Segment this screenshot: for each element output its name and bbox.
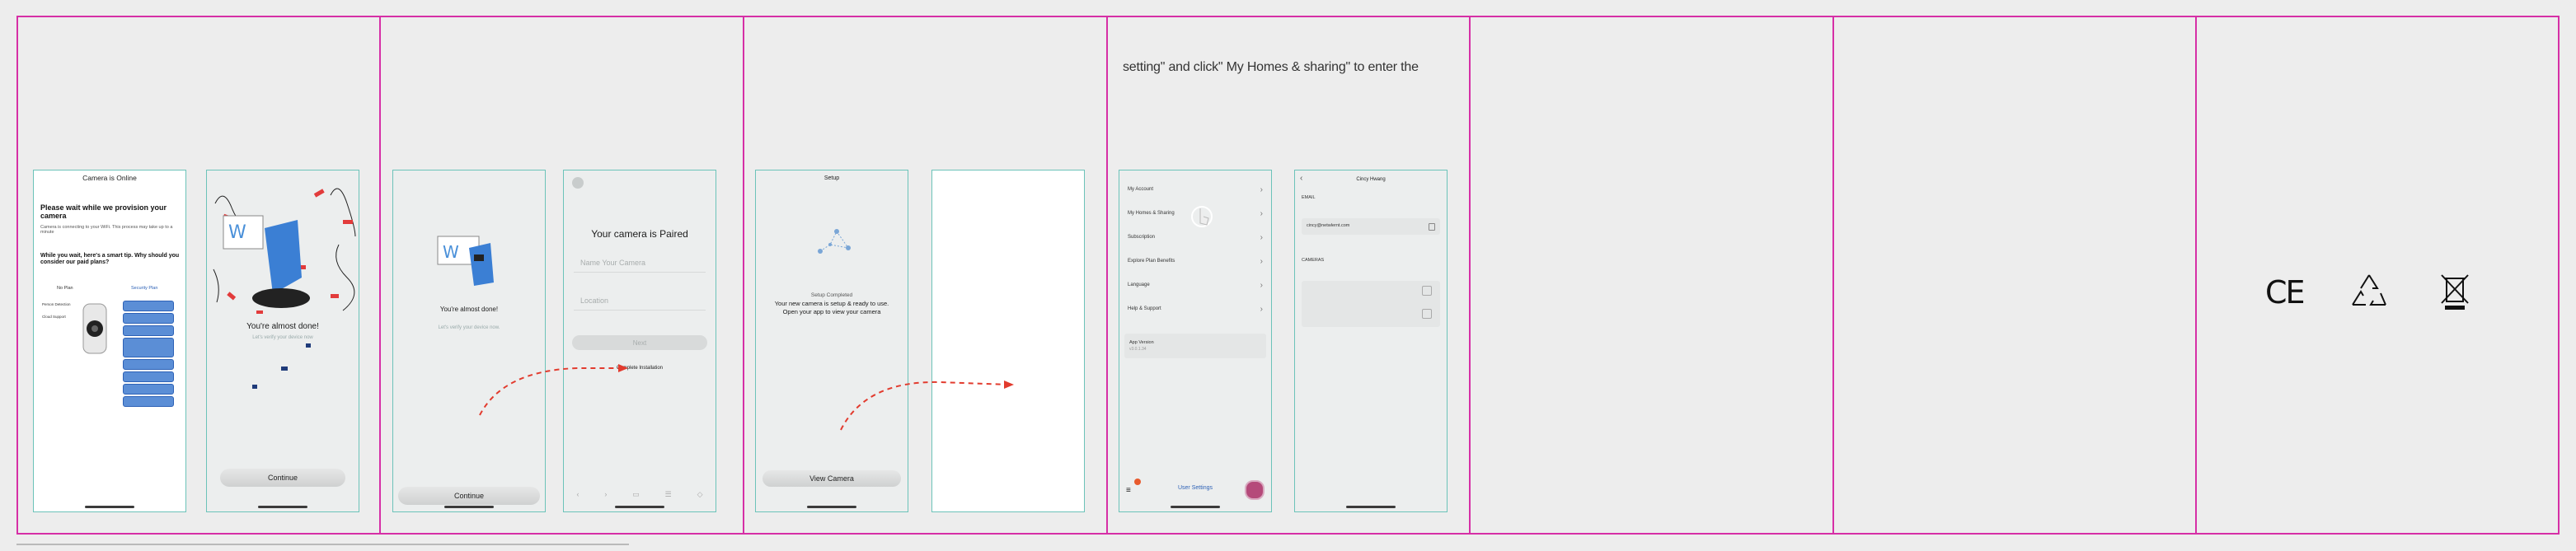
no-plan-label: No Plan — [57, 286, 73, 291]
verify-illustration: W — [437, 236, 494, 286]
plan-chip — [123, 359, 174, 370]
ce-mark: CE — [2265, 274, 2306, 311]
svg-text:W: W — [228, 222, 246, 243]
app-version-label: App Version — [1129, 340, 1154, 345]
notification-badge — [1134, 479, 1141, 485]
chevron-right-icon: › — [1260, 208, 1263, 218]
browser-toolbar: ‹ › ▭ ☰ ◇ — [564, 490, 716, 502]
book-icon[interactable]: ▭ — [632, 490, 640, 502]
cameras-list — [1302, 281, 1440, 327]
cameras-label: CAMERAS — [1302, 258, 1325, 263]
almost-done-title: You're almost done! — [439, 306, 499, 313]
home-indicator — [807, 506, 856, 508]
column-divider — [743, 16, 744, 535]
security-plan-label: Security Plan — [131, 286, 158, 291]
app-version-value: v3.0.1.34 — [1129, 347, 1147, 352]
plan-chip — [123, 396, 174, 407]
plan-chip — [123, 371, 174, 382]
chevron-right-icon: › — [1260, 304, 1263, 314]
tip-text: While you wait, here's a smart tip. Why … — [40, 253, 180, 265]
screen-almost-done-confetti: W You're almost done! Let's verify your … — [206, 170, 359, 512]
plan-chip — [123, 301, 174, 311]
chevron-right-icon: › — [1260, 280, 1263, 290]
camera-checkbox[interactable] — [1422, 309, 1432, 319]
view-camera-button[interactable]: View Camera — [762, 470, 901, 487]
wait-text: Please wait while we provision your came… — [40, 203, 167, 220]
home-indicator — [85, 506, 134, 508]
column-divider — [1832, 16, 1834, 535]
trash-icon[interactable] — [1429, 223, 1435, 231]
network-illustration — [818, 229, 851, 254]
chevron-right-icon: › — [1260, 256, 1263, 266]
location-field[interactable]: Location — [574, 291, 706, 311]
screen-user-settings: My Account › My Homes & Sharing › Subscrip… — [1119, 170, 1272, 512]
almost-done-subtitle: Let's verify your device now — [252, 335, 313, 340]
avatar — [572, 177, 584, 189]
screen-blank — [931, 170, 1085, 512]
menu-item-my-account[interactable]: My Account › — [1124, 179, 1266, 200]
paired-title: Your camera is Paired — [591, 228, 688, 240]
user-name-title: Cincy Hwang — [1356, 177, 1386, 182]
forward-icon[interactable]: › — [604, 490, 607, 502]
weee-bin-icon — [2441, 274, 2469, 310]
camera-checkbox[interactable] — [1422, 286, 1432, 296]
menu-item-language[interactable]: Language › — [1124, 274, 1266, 296]
setup-desc-1: Your new camera is setup & ready to use. — [774, 300, 889, 307]
menu-icon[interactable]: ☰ — [665, 490, 672, 502]
footer-rule — [16, 544, 629, 545]
plan-chip — [123, 313, 174, 324]
email-label: EMAIL — [1302, 195, 1316, 200]
screen-setup: Setup Setup Completed Your new camera is… — [755, 170, 908, 512]
almost-done-subtitle: Let's verify your device now. — [438, 325, 500, 330]
menu-item-help[interactable]: Help & Support › — [1124, 298, 1266, 320]
flow-arrow — [479, 364, 628, 416]
person-detection-label: Person Detection — [42, 302, 71, 306]
home-indicator — [258, 506, 307, 508]
back-icon[interactable]: ‹ — [576, 490, 579, 502]
screen-almost-done: W You're almost done! Let's verify your … — [392, 170, 546, 512]
app-version-card: App Version v3.0.1.34 — [1124, 334, 1266, 358]
next-button[interactable]: Next — [572, 335, 707, 350]
camera-name-field[interactable]: Name Your Camera — [574, 253, 706, 273]
screen-user-detail: ‹ Cincy Hwang EMAIL cincy@netwlernt.com … — [1294, 170, 1448, 512]
plan-chip — [123, 384, 174, 395]
tabs-icon[interactable]: ◇ — [697, 490, 703, 502]
column-divider — [1469, 16, 1471, 535]
home-indicator — [615, 506, 664, 508]
connecting-text: Camera is connecting to your WiFi. This … — [40, 225, 173, 235]
svg-text:W: W — [443, 242, 459, 262]
camera-illustration — [82, 303, 107, 354]
chevron-right-icon: › — [1260, 232, 1263, 242]
continue-button[interactable]: Continue — [220, 469, 345, 487]
setup-desc-2: Open your app to view your camera — [782, 308, 881, 315]
instruction-heading: setting" and click" My Homes & sharing" … — [1123, 60, 1419, 74]
column-divider — [16, 16, 18, 535]
cloud-support-label: Cloud Support — [42, 315, 66, 319]
plan-chip — [123, 325, 174, 336]
menu-item-plan-benefits[interactable]: Explore Plan Benefits › — [1124, 250, 1266, 272]
home-indicator — [1171, 506, 1220, 508]
hand-pointer-icon — [1191, 206, 1213, 227]
recycle-icon — [2352, 274, 2386, 306]
flow-arrow — [840, 381, 1014, 431]
screen-camera-online: Camera is Online Please wait while we pr… — [33, 170, 186, 512]
column-divider — [379, 16, 381, 535]
column-divider — [1106, 16, 1108, 535]
setup-title: Setup — [823, 175, 840, 181]
screen-camera-paired: Your camera is Paired Name Your Camera L… — [563, 170, 716, 512]
profile-avatar[interactable] — [1245, 480, 1265, 500]
home-indicator — [444, 506, 494, 508]
almost-done-title: You're almost done! — [246, 322, 319, 331]
plan-chip — [123, 338, 174, 357]
continue-button[interactable]: Continue — [398, 487, 540, 505]
column-divider — [2195, 16, 2197, 535]
screen-title: Camera is Online — [82, 174, 137, 182]
confetti-illustration: W — [213, 188, 356, 389]
column-divider — [2558, 16, 2560, 535]
setup-status: Setup Completed — [810, 292, 853, 298]
email-field[interactable]: cincy@netwlernt.com — [1302, 218, 1440, 235]
home-indicator — [1346, 506, 1396, 508]
chevron-right-icon: › — [1260, 184, 1263, 194]
